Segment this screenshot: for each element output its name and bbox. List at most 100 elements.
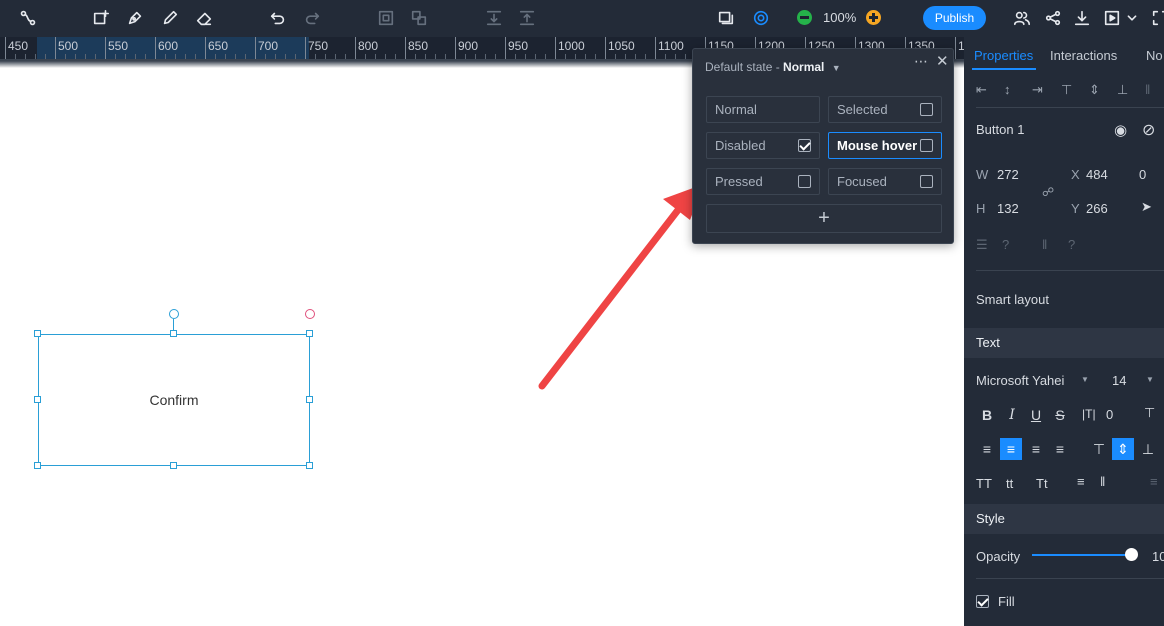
align-bottom-icon[interactable]: [517, 8, 537, 28]
users-icon[interactable]: [1012, 8, 1032, 28]
state-mouse-hover-checkbox[interactable]: [920, 139, 933, 152]
add-state-button[interactable]: +: [706, 204, 942, 233]
distribute-h-icon[interactable]: ‖: [1145, 82, 1150, 97]
pen-icon[interactable]: [125, 8, 145, 28]
distribute-icon[interactable]: [409, 8, 429, 28]
state-selected-checkbox[interactable]: [920, 103, 933, 116]
ruler-tick: [455, 37, 456, 59]
element-name[interactable]: Button 1: [976, 122, 1024, 137]
opacity-value[interactable]: 10: [1152, 549, 1164, 564]
opacity-slider-handle[interactable]: [1125, 548, 1138, 561]
align-top-icon[interactable]: [484, 8, 504, 28]
state-focused-checkbox[interactable]: [920, 175, 933, 188]
chevron-down-icon[interactable]: [1126, 8, 1138, 28]
letter-spacing-icon[interactable]: |T|: [1082, 407, 1096, 421]
valign-top-button[interactable]: ⊤: [1088, 438, 1110, 460]
tab-interactions[interactable]: Interactions: [1050, 48, 1117, 63]
line-height-icon[interactable]: ≡: [1077, 474, 1085, 489]
fullscreen-icon[interactable]: [1150, 8, 1164, 28]
add-frame-icon[interactable]: [91, 8, 111, 28]
eraser-icon[interactable]: [194, 8, 214, 28]
font-size-select[interactable]: 14: [1112, 373, 1126, 388]
lowercase-button[interactable]: tt: [1006, 476, 1013, 491]
play-icon[interactable]: [1102, 8, 1122, 28]
undo-icon[interactable]: [268, 8, 288, 28]
x-field[interactable]: 484: [1086, 167, 1108, 182]
resize-handle-sw[interactable]: [34, 462, 41, 469]
uppercase-button[interactable]: TT: [976, 476, 992, 491]
chevron-down-icon[interactable]: ▼: [1081, 375, 1089, 384]
publish-button[interactable]: Publish: [923, 6, 986, 30]
italic-button[interactable]: I: [1001, 404, 1023, 426]
width-field[interactable]: 272: [997, 167, 1019, 182]
align-top-edge-icon[interactable]: ⊤: [1061, 82, 1072, 98]
valign-middle-button[interactable]: ⇕: [1112, 438, 1134, 460]
text-align-left-button[interactable]: ≡: [976, 438, 998, 460]
align-bottom-edge-icon[interactable]: ⊥: [1117, 82, 1128, 98]
resize-handle-nw[interactable]: [34, 330, 41, 337]
visibility-eye-icon[interactable]: ◉: [1114, 121, 1127, 139]
resize-handle-s[interactable]: [170, 462, 177, 469]
tab-properties[interactable]: Properties: [974, 48, 1033, 63]
underline-button[interactable]: U: [1025, 404, 1047, 426]
align-right-icon[interactable]: ⇥: [1032, 82, 1043, 98]
align-frame-icon[interactable]: [376, 8, 396, 28]
fill-checkbox[interactable]: [976, 595, 989, 608]
spacing-v-icon[interactable]: ☰: [976, 237, 988, 253]
rotation-handle[interactable]: [169, 309, 179, 319]
rotation-field[interactable]: 0: [1139, 167, 1146, 182]
download-icon[interactable]: [1072, 8, 1092, 28]
chevron-down-icon[interactable]: ▼: [1146, 375, 1154, 384]
preview-window-icon[interactable]: [716, 8, 736, 28]
tab-notes[interactable]: No: [1146, 48, 1163, 63]
state-disabled-checkbox[interactable]: [798, 139, 811, 152]
state-selected[interactable]: Selected: [828, 96, 942, 123]
state-pressed-checkbox[interactable]: [798, 175, 811, 188]
opacity-slider-track[interactable]: [1032, 554, 1132, 556]
letter-spacing-field[interactable]: 0: [1106, 407, 1113, 422]
share-icon[interactable]: [1043, 8, 1063, 28]
font-family-select[interactable]: Microsoft Yahei: [976, 373, 1064, 388]
resize-handle-e[interactable]: [306, 396, 313, 403]
align-left-icon[interactable]: ⇤: [976, 82, 987, 98]
state-disabled[interactable]: Disabled: [706, 132, 820, 159]
text-justify-button[interactable]: ≡: [1049, 438, 1071, 460]
valign-bottom-button[interactable]: ⊥: [1137, 438, 1159, 460]
zoom-in-button[interactable]: [866, 10, 881, 25]
paragraph-spacing-icon[interactable]: ‖: [1100, 474, 1105, 489]
send-icon[interactable]: ➤: [1141, 199, 1152, 215]
bold-button[interactable]: B: [976, 404, 998, 426]
state-focused[interactable]: Focused: [828, 168, 942, 195]
pencil-icon[interactable]: [160, 8, 180, 28]
align-center-h-icon[interactable]: ↕: [1004, 82, 1011, 97]
text-align-right-button[interactable]: ≡: [1025, 438, 1047, 460]
resize-handle-w[interactable]: [34, 396, 41, 403]
y-field[interactable]: 266: [1086, 201, 1108, 216]
rotation-handle-stem: [173, 319, 174, 330]
zoom-out-button[interactable]: [797, 10, 812, 25]
resize-handle-se[interactable]: [306, 462, 313, 469]
more-options-icon[interactable]: ⋯: [914, 53, 929, 70]
disable-icon[interactable]: ⊘: [1142, 120, 1155, 140]
confirm-button-widget[interactable]: Confirm: [38, 334, 310, 466]
height-field[interactable]: 132: [997, 201, 1019, 216]
align-middle-v-icon[interactable]: ⇕: [1089, 82, 1100, 98]
corner-radius-handle[interactable]: [305, 309, 315, 319]
titlecase-button[interactable]: Tt: [1036, 476, 1048, 491]
spacing-h-icon[interactable]: ‖: [1042, 237, 1047, 252]
strikethrough-button[interactable]: S: [1049, 404, 1071, 426]
state-mouse-hover[interactable]: Mouse hover: [828, 132, 942, 159]
popup-title[interactable]: Default state - Normal ▼: [705, 60, 841, 74]
resize-handle-n[interactable]: [170, 330, 177, 337]
text-align-center-button[interactable]: ≡: [1000, 438, 1022, 460]
text-baseline-icon[interactable]: ⊤: [1144, 405, 1155, 421]
connector-icon[interactable]: [18, 8, 38, 28]
redo-icon[interactable]: [302, 8, 322, 28]
state-normal[interactable]: Normal: [706, 96, 820, 123]
target-icon[interactable]: [751, 8, 771, 28]
list-icon[interactable]: ≡: [1150, 474, 1158, 489]
link-icon[interactable]: ☍: [1042, 185, 1054, 199]
state-pressed[interactable]: Pressed: [706, 168, 820, 195]
close-icon[interactable]: ✕: [936, 52, 949, 70]
resize-handle-ne[interactable]: [306, 330, 313, 337]
